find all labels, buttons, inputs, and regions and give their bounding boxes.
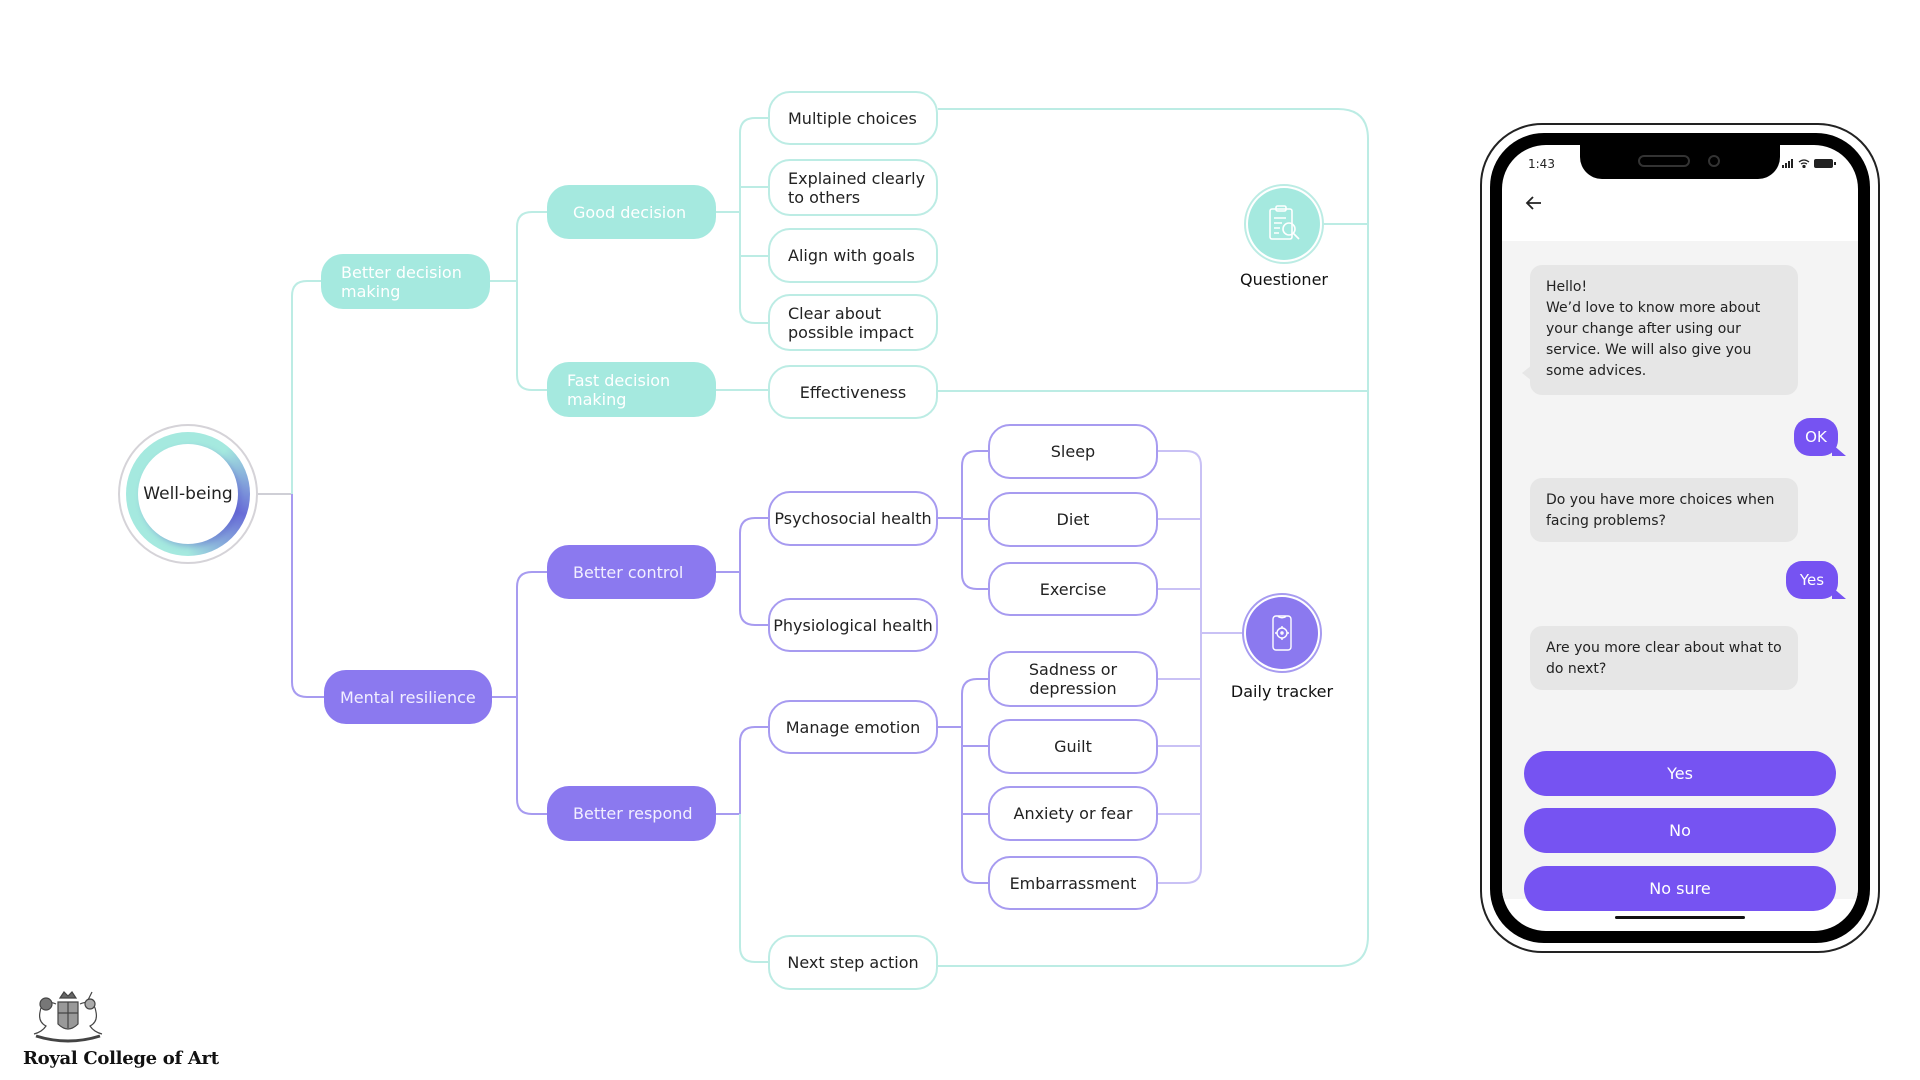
node-good-decision[interactable]: Good decision — [547, 185, 716, 239]
sub-label: Psychosocial health — [774, 509, 932, 528]
leaf-label: Explained clearly to others — [788, 168, 926, 207]
bot-message: Are you more clear about what to do next… — [1530, 626, 1798, 690]
line-emotion-bracket — [961, 678, 988, 884]
user-message: OK — [1794, 418, 1846, 456]
leaf-multiple-choices[interactable]: Multiple choices — [768, 91, 938, 145]
clipboard-search-icon — [1269, 205, 1300, 240]
bot-message: Do you have more choices when facing pro… — [1530, 478, 1798, 542]
leaf-anxiety-or-fear[interactable]: Anxiety or fear — [988, 786, 1158, 841]
node-label: Better decision making — [341, 262, 462, 301]
line-decision-fast — [516, 281, 547, 391]
tracker-label: Daily tracker — [1230, 682, 1334, 701]
node-mental-resilience[interactable]: Mental resilience — [324, 670, 492, 724]
leaf-label: Exercise — [1039, 579, 1107, 599]
leaf-label: Diet — [1056, 510, 1090, 529]
line-root-decision — [291, 280, 321, 494]
node-better-decision-making[interactable]: Better decision making — [321, 254, 490, 309]
line-decision-good — [516, 211, 547, 281]
battery-icon — [1814, 159, 1836, 168]
node-label: Better respond — [573, 804, 693, 823]
leaf-guilt[interactable]: Guilt — [988, 719, 1158, 774]
chat-area: Hello! We’d love to know more about your… — [1502, 241, 1858, 911]
line-resilience-respond — [516, 697, 547, 815]
leaf-diet[interactable]: Diet — [988, 492, 1158, 547]
leaf-label: Align with goals — [788, 246, 915, 265]
tracker-circle — [1246, 597, 1318, 669]
leaf-sadness-or-depression[interactable]: Sadness or depression — [988, 651, 1158, 707]
leaf-embarrassment[interactable]: Embarrassment — [988, 856, 1158, 910]
leaf-label: Sadness or depression — [1028, 660, 1118, 698]
home-indicator — [1615, 916, 1745, 919]
line-good-bracket — [739, 117, 768, 324]
phone-mockup: 1:43 Hello! We’d love to know more about… — [1480, 123, 1880, 953]
speaker-icon — [1638, 155, 1690, 167]
sub-physiological-health[interactable]: Physiological health — [768, 598, 938, 652]
leaf-label: Sleep — [1050, 442, 1096, 461]
logo-text: Royal College of Art — [23, 1048, 219, 1069]
back-button[interactable] — [1524, 193, 1548, 217]
leaf-effectiveness[interactable]: Effectiveness — [768, 365, 938, 419]
tool-questioner[interactable] — [1244, 184, 1324, 264]
leaf-sleep[interactable]: Sleep — [988, 424, 1158, 479]
sub-manage-emotion[interactable]: Manage emotion — [768, 700, 938, 754]
line-respond-emotion — [739, 726, 768, 814]
root-inner: Well-being — [138, 444, 238, 544]
line-resilience-control — [516, 571, 547, 697]
leaf-label: Next step action — [787, 953, 919, 972]
leaf-label: Effectiveness — [799, 382, 907, 402]
bot-message: Hello! We’d love to know more about your… — [1522, 265, 1798, 395]
leaf-label: Embarrassment — [1009, 873, 1137, 893]
node-label: Fast decision making — [567, 370, 671, 409]
line-respond-next — [739, 814, 768, 963]
leaf-label: Guilt — [1054, 737, 1092, 756]
leaf-exercise[interactable]: Exercise — [988, 562, 1158, 616]
leaf-clear-about-impact[interactable]: Clear about possible impact — [768, 294, 938, 351]
leaf-next-step-action[interactable]: Next step action — [768, 935, 938, 990]
root-node-wellbeing[interactable]: Well-being — [118, 424, 258, 564]
sub-psychosocial-health[interactable]: Psychosocial health — [768, 491, 938, 546]
node-label: Better control — [573, 562, 684, 582]
user-message: Yes — [1786, 561, 1846, 599]
royal-crest-icon — [33, 991, 103, 1043]
sub-label: Physiological health — [773, 615, 933, 635]
leaf-explained-clearly[interactable]: Explained clearly to others — [768, 159, 938, 216]
node-fast-decision-making[interactable]: Fast decision making — [547, 362, 716, 417]
questioner-circle — [1248, 188, 1320, 260]
questioner-label: Questioner — [1240, 270, 1328, 289]
phone-screen: 1:43 Hello! We’d love to know more about… — [1502, 145, 1858, 931]
line-root-resilience — [291, 494, 324, 698]
status-icons — [1782, 159, 1836, 168]
phone-notch — [1580, 145, 1780, 179]
line-control-bracket — [739, 517, 768, 626]
node-better-control[interactable]: Better control — [547, 545, 716, 599]
sub-label: Manage emotion — [785, 717, 921, 737]
camera-icon — [1708, 155, 1720, 167]
node-label: Mental resilience — [340, 687, 476, 707]
status-time: 1:43 — [1528, 157, 1555, 171]
line-tracker-bracket — [1158, 450, 1202, 884]
tool-daily-tracker[interactable] — [1242, 593, 1322, 673]
node-better-respond[interactable]: Better respond — [547, 786, 716, 841]
leaf-align-with-goals[interactable]: Align with goals — [768, 228, 938, 283]
choice-not-sure-button[interactable]: No sure — [1524, 866, 1836, 911]
root-label: Well-being — [143, 484, 233, 504]
choice-yes-button[interactable]: Yes — [1524, 751, 1836, 796]
phone-bezel: 1:43 Hello! We’d love to know more about… — [1490, 133, 1870, 943]
signal-icon — [1782, 159, 1793, 168]
wifi-icon — [1798, 159, 1810, 168]
choice-no-button[interactable]: No — [1524, 808, 1836, 853]
leaf-label: Multiple choices — [788, 108, 917, 128]
leaf-label: Anxiety or fear — [1013, 804, 1133, 823]
node-label: Good decision — [573, 202, 687, 222]
phone-target-icon — [1272, 615, 1292, 651]
leaf-label: Clear about possible impact — [788, 303, 914, 342]
arrow-left-icon — [1525, 196, 1541, 210]
